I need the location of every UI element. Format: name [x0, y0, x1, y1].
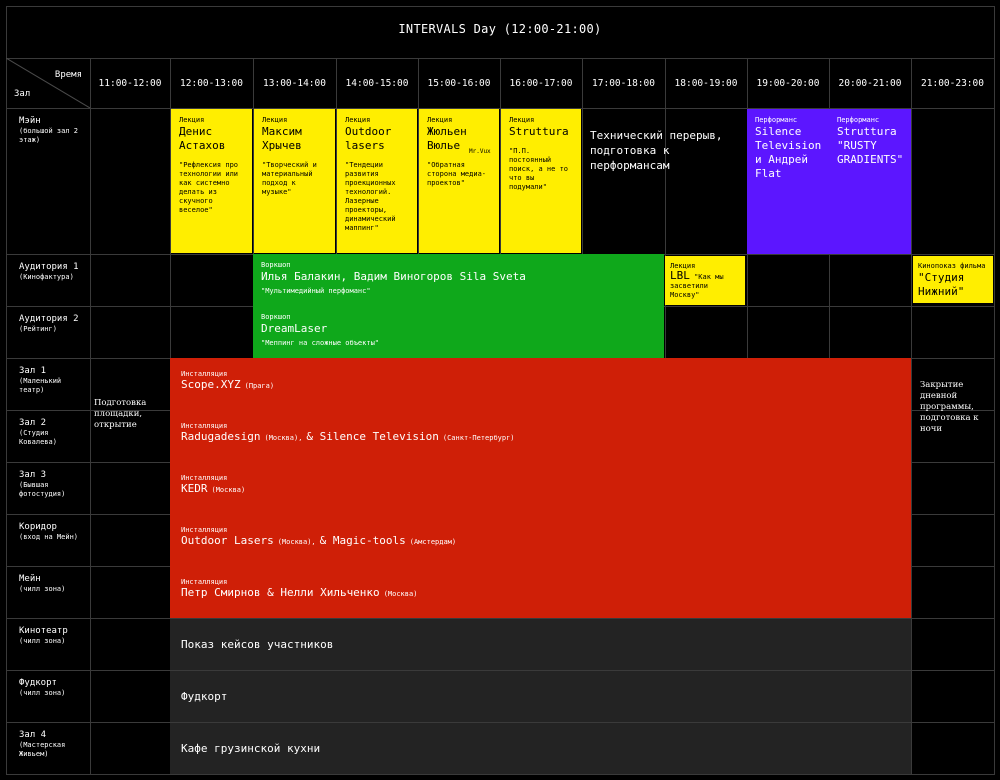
chill-zone-row: Показ кейсов участников — [170, 619, 911, 670]
room-label: Зал 2 (Студия Ковалева) — [6, 410, 90, 462]
time-header: 17:00-18:00 — [592, 77, 655, 89]
room-label: Фудкорт (чилл зона) — [6, 670, 90, 722]
time-header: 16:00-17:00 — [509, 77, 573, 89]
grid-line-v — [90, 58, 91, 774]
room-subtitle: (Студия Ковалева) — [19, 429, 57, 446]
room-subtitle: (чилл зона) — [19, 637, 66, 645]
lecture-card: Лекция Денис Астахов "Рефлексия про технол… — [171, 109, 252, 253]
installation-row: Инсталляция KEDR (Москва) — [170, 462, 911, 514]
room-subtitle: (Мастерская Живьем) — [19, 741, 66, 758]
room-name: Мейн — [19, 574, 41, 584]
hall-label: Зал — [14, 89, 31, 99]
room-name: Аудитория 1 — [19, 262, 79, 272]
installation-row: Инсталляция Петр Смирнов & Нелли Хильченк… — [170, 566, 911, 618]
technical-break: Технический перерыв, подготовка к перфор… — [590, 129, 723, 172]
room-subtitle: (чилл зона) — [19, 689, 66, 697]
room-name: Коридор — [19, 522, 57, 532]
room-label: Кинотеатр (чилл зона) — [6, 618, 90, 670]
time-header: 19:00-20:00 — [756, 77, 820, 89]
time-label: Время — [54, 70, 82, 80]
room-subtitle: (Рейтинг) — [19, 325, 57, 333]
room-subtitle: (Кинофактура) — [19, 273, 74, 281]
workshop-sila-sveta: Воркшоп Илья Балакин, Вадим Виногоров Si… — [261, 261, 526, 295]
time-header: 21:00-23:00 — [921, 77, 984, 89]
page-title: INTERVALS Day (12:00-21:00) — [398, 22, 602, 36]
chill-zone-row: Фудкорт — [170, 671, 911, 722]
room-name: Фудкорт — [19, 678, 57, 688]
room-label: Аудитория 2 (Рейтинг) — [6, 306, 90, 358]
grid-line-h — [6, 774, 994, 775]
grid-line-v — [911, 58, 912, 774]
room-name: Зал 4 — [19, 730, 47, 740]
installation-row: Инсталляция Scope.XYZ (Прага) — [170, 358, 911, 410]
room-name: Аудитория 2 — [19, 314, 79, 324]
closing-note: Закрытие дневной программы, подготовка к… — [920, 380, 979, 434]
room-label: Коридор (вход на Мейн) — [6, 514, 90, 566]
room-label: Зал 4 (Мастерская Живьем) — [6, 722, 90, 774]
room-subtitle: (большой зал 2 этаж) — [19, 127, 79, 144]
chill-zone-row: Кафе грузинской кухни — [170, 723, 911, 774]
room-subtitle: (чилл зона) — [19, 585, 66, 593]
room-subtitle: (вход на Мейн) — [19, 533, 79, 541]
room-name: Зал 3 — [19, 470, 47, 480]
installation-row: Инсталляция Outdoor Lasers (Москва), & Magi… — [170, 514, 911, 566]
lecture-card: Лекция Struttura "П.П. постоянный поиск, а… — [501, 109, 581, 253]
room-name: Кинотеатр — [19, 626, 68, 636]
time-header: 18:00-19:00 — [674, 77, 738, 89]
room-name: Зал 2 — [19, 418, 47, 428]
room-subtitle: (Бывшая фотостудия) — [19, 481, 66, 498]
prep-note: Подготовка площадки, открытие — [94, 398, 147, 430]
film-screening: Кинопоказ фильма "Студия Нижний" — [913, 256, 993, 303]
time-header: 20:00-21:00 — [838, 77, 902, 89]
performance-struttura: Перформанс Struttura "RUSTY GRADIENTS" — [829, 109, 911, 254]
lecture-card: Лекция Outdoor lasers "Тендеции развития п… — [337, 109, 417, 253]
performance-silence-television: Перформанс Silence Television и Андрей F… — [747, 109, 829, 254]
diagonal-divider — [6, 58, 90, 108]
room-label: Зал 3 (Бывшая фотостудия) — [6, 462, 90, 514]
room-name: Мэйн — [19, 116, 41, 126]
corner-header: Время Зал — [6, 58, 90, 108]
time-header: 14:00-15:00 — [345, 77, 409, 89]
workshop-dreamlaser: Воркшоп DreamLaser "Меппинг на сложные о… — [261, 313, 380, 347]
grid-line-v — [994, 58, 995, 774]
installation-row: Инсталляция Radugadesign (Москва), & Silenc… — [170, 410, 911, 462]
lecture-note: Mr.Vux — [469, 148, 491, 155]
time-header: 13:00-14:00 — [263, 77, 326, 89]
lecture-card: Лекция Жюльен Вюлье Mr.Vux "Обратная сторон… — [419, 109, 499, 253]
room-label: Зал 1 (Маленький театр) — [6, 358, 90, 410]
lecture-lbl: Лекция LBL "Как мы засветили Москву" — [665, 256, 745, 305]
room-name: Зал 1 — [19, 366, 47, 376]
time-header: 15:00-16:00 — [427, 77, 491, 89]
room-label: Мейн (чилл зона) — [6, 566, 90, 618]
time-header: 12:00-13:00 — [180, 77, 243, 89]
room-label: Мэйн (большой зал 2 этаж) — [6, 108, 90, 254]
room-subtitle: (Маленький театр) — [19, 377, 62, 394]
room-label: Аудитория 1 (Кинофактура) — [6, 254, 90, 306]
time-header: 11:00-12:00 — [98, 77, 162, 89]
lecture-card: Лекция Максим Хрычев "Творческий и материа… — [254, 109, 335, 253]
